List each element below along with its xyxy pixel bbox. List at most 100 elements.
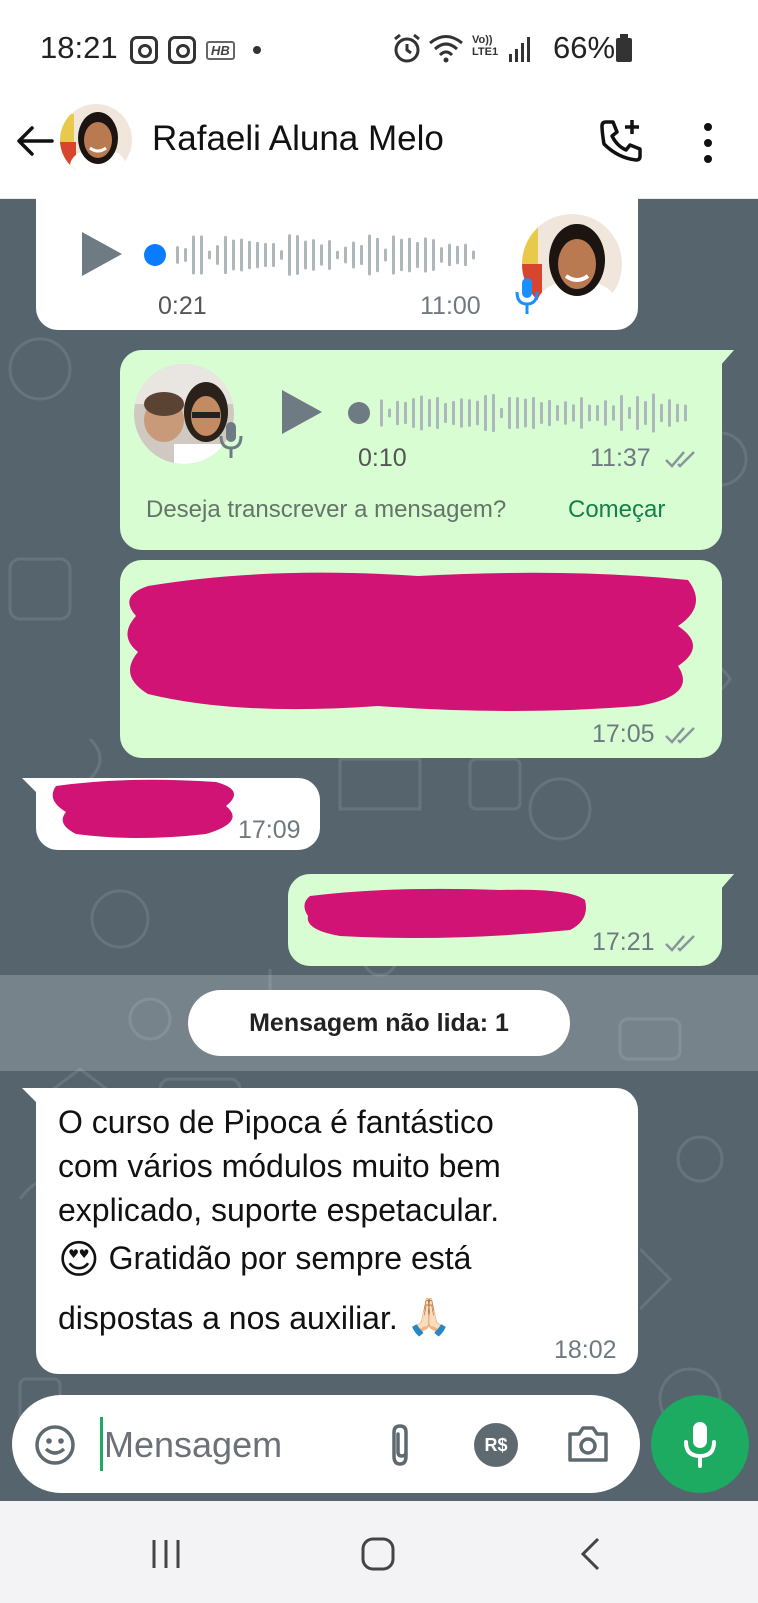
signal-icon bbox=[509, 37, 530, 62]
waveform-bar bbox=[572, 404, 575, 422]
notification-icons: HB bbox=[130, 36, 261, 64]
waveform-bar bbox=[256, 241, 259, 269]
back-arrow-icon[interactable] bbox=[14, 120, 56, 162]
play-icon[interactable] bbox=[280, 388, 324, 436]
text-caret bbox=[100, 1417, 103, 1471]
waveform-bar bbox=[476, 400, 479, 426]
message-input[interactable]: Mensagem bbox=[104, 1424, 282, 1466]
mic-icon bbox=[515, 278, 539, 314]
waveform-bar bbox=[464, 243, 467, 267]
waveform-bar bbox=[444, 402, 447, 424]
waveform-bar bbox=[344, 246, 347, 264]
waveform-bar bbox=[588, 404, 591, 422]
message-line: Gratidão por sempre está bbox=[108, 1240, 472, 1276]
waveform-bar bbox=[408, 237, 411, 273]
waveform-bar bbox=[456, 245, 459, 265]
status-time: 18:21 bbox=[40, 30, 118, 65]
instagram-icon bbox=[130, 36, 158, 64]
message-time: 17:21 bbox=[592, 928, 655, 956]
message-time: 17:09 bbox=[238, 816, 301, 844]
recent-apps-icon[interactable] bbox=[150, 1538, 182, 1570]
waveform-bar bbox=[668, 399, 671, 427]
waveform-bar bbox=[508, 396, 511, 430]
waveform-bar bbox=[380, 399, 383, 427]
voice-duration: 0:10 bbox=[358, 444, 407, 472]
redaction-scribble bbox=[127, 572, 696, 711]
waveform-bar bbox=[184, 247, 187, 263]
waveform-bar bbox=[412, 397, 415, 429]
waveform-bar bbox=[312, 239, 315, 271]
waveform-bar bbox=[392, 235, 395, 275]
message-text: O curso de Pipoca é fantástico com vário… bbox=[58, 1100, 613, 1340]
waveform-bar bbox=[320, 244, 323, 266]
voice-duration: 0:21 bbox=[158, 292, 207, 320]
waveform-bar bbox=[532, 396, 535, 430]
waveform-bar bbox=[472, 250, 475, 260]
voice-waveform[interactable] bbox=[346, 388, 692, 438]
waveform-bar bbox=[224, 235, 227, 275]
waveform-bar bbox=[420, 395, 423, 431]
heart-eyes-emoji: 😍 bbox=[58, 1237, 100, 1283]
status-bar: 18:21 HB Vo)) LTE1 66% bbox=[0, 0, 758, 100]
bubble-tail bbox=[720, 874, 734, 890]
contact-avatar[interactable] bbox=[60, 104, 132, 176]
waveform-bar bbox=[280, 250, 283, 260]
hb-app-icon: HB bbox=[206, 40, 235, 60]
voice-waveform[interactable] bbox=[142, 230, 482, 280]
waveform-bar bbox=[556, 404, 559, 422]
more-options-icon[interactable] bbox=[700, 122, 716, 164]
waveform-bar bbox=[376, 237, 379, 273]
redaction-scribble bbox=[52, 779, 235, 838]
waveform-bar bbox=[596, 405, 599, 421]
message-time: 11:37 bbox=[590, 444, 651, 472]
emoji-icon[interactable] bbox=[34, 1424, 76, 1466]
waveform-bar bbox=[388, 408, 391, 418]
wifi-icon bbox=[429, 35, 463, 63]
message-time: 18:02 bbox=[554, 1336, 617, 1364]
message-line: dispostas a nos auxiliar. bbox=[58, 1300, 398, 1336]
redaction-scribble bbox=[304, 888, 586, 938]
add-call-icon[interactable] bbox=[598, 118, 644, 164]
playback-position-dot[interactable] bbox=[348, 402, 370, 424]
play-icon[interactable] bbox=[80, 230, 124, 278]
waveform-bar bbox=[564, 401, 567, 425]
message-time: 11:00 bbox=[420, 292, 481, 320]
waveform-bar bbox=[436, 396, 439, 430]
transcribe-prompt: Deseja transcrever a mensagem? bbox=[146, 496, 507, 523]
waveform-bar bbox=[452, 400, 455, 426]
playback-position-dot[interactable] bbox=[144, 244, 166, 266]
waveform-bar bbox=[248, 240, 251, 270]
transcribe-start-link[interactable]: Começar bbox=[568, 496, 665, 524]
double-check-icon bbox=[665, 451, 695, 468]
volte-icon: Vo)) LTE1 bbox=[472, 34, 499, 58]
waveform-bar bbox=[500, 407, 503, 419]
waveform-bar bbox=[304, 240, 307, 270]
waveform-bar bbox=[448, 243, 451, 267]
waveform-bar bbox=[416, 241, 419, 269]
message-time: 17:05 bbox=[592, 720, 655, 748]
waveform-bar bbox=[288, 234, 291, 276]
contact-name[interactable]: Rafaeli Aluna Melo bbox=[152, 119, 444, 159]
waveform-bar bbox=[176, 246, 179, 264]
praying-hands-emoji: 🙏🏻 bbox=[406, 1297, 452, 1338]
waveform-bar bbox=[336, 250, 339, 260]
alarm-icon bbox=[394, 33, 420, 63]
waveform-bar bbox=[200, 235, 203, 275]
attach-icon[interactable] bbox=[384, 1422, 416, 1468]
waveform-bar bbox=[404, 401, 407, 425]
waveform-bar bbox=[460, 398, 463, 428]
back-nav-icon[interactable] bbox=[578, 1536, 602, 1572]
message-line: explicado, suporte espetacular. bbox=[58, 1192, 500, 1228]
payment-icon[interactable]: R$ bbox=[474, 1423, 518, 1467]
waveform-bar bbox=[676, 403, 679, 423]
waveform-bar bbox=[432, 239, 435, 271]
waveform-bar bbox=[368, 234, 371, 276]
instagram-icon bbox=[168, 36, 196, 64]
camera-icon[interactable] bbox=[566, 1424, 610, 1464]
home-icon[interactable] bbox=[360, 1536, 396, 1572]
waveform-bar bbox=[684, 404, 687, 422]
waveform-bar bbox=[296, 235, 299, 275]
waveform-bar bbox=[208, 250, 211, 260]
mic-icon bbox=[684, 1422, 716, 1468]
waveform-bar bbox=[516, 397, 519, 429]
